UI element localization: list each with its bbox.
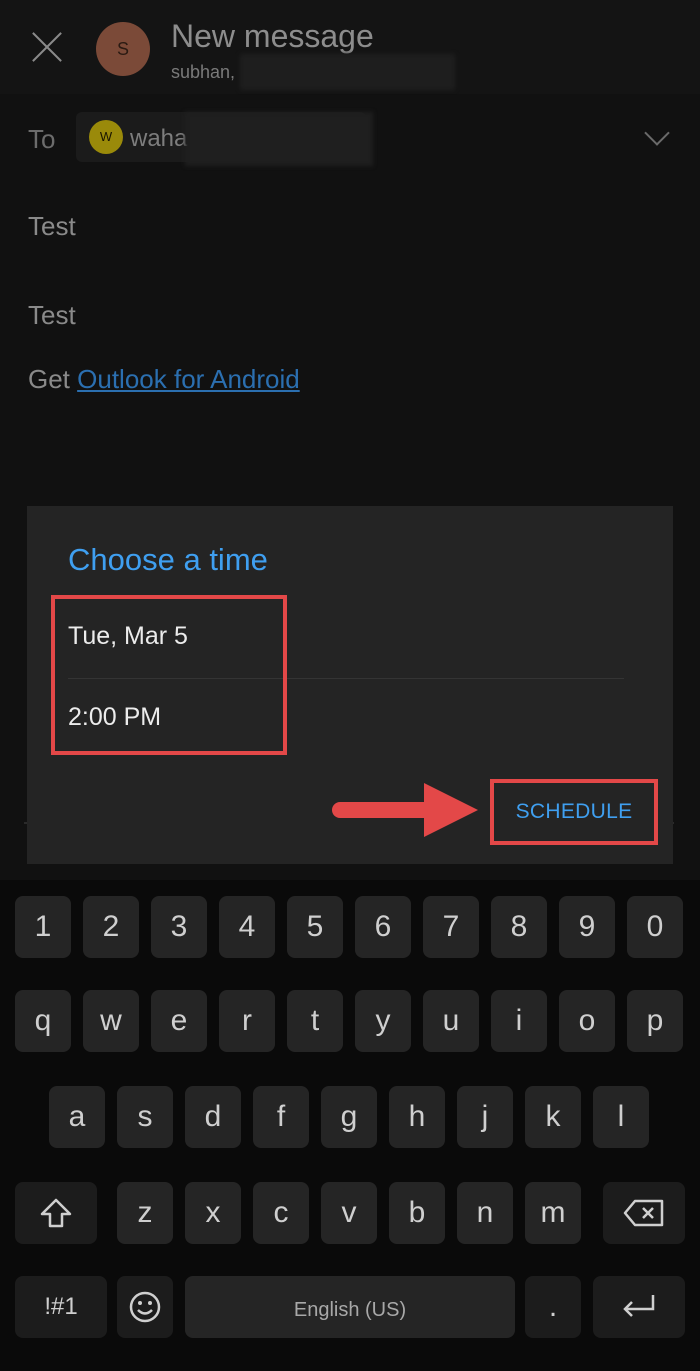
key-h[interactable]: h — [389, 1086, 445, 1148]
key-9[interactable]: 9 — [559, 896, 615, 958]
shift-key[interactable] — [15, 1182, 97, 1244]
to-label: To — [28, 124, 56, 154]
key-a[interactable]: a — [49, 1086, 105, 1148]
key-i[interactable]: i — [491, 990, 547, 1052]
key-8[interactable]: 8 — [491, 896, 547, 958]
key-s[interactable]: s — [117, 1086, 173, 1148]
key-j[interactable]: j — [457, 1086, 513, 1148]
key-w[interactable]: w — [83, 990, 139, 1052]
shift-icon — [40, 1198, 72, 1228]
key-f[interactable]: f — [253, 1086, 309, 1148]
soft-keyboard: 1 2 3 4 5 6 7 8 9 0 q w e r t y u i o p … — [0, 880, 700, 1371]
key-b[interactable]: b — [389, 1182, 445, 1244]
chevron-down-icon[interactable] — [644, 120, 670, 146]
recipient-avatar: W — [89, 120, 123, 154]
key-t[interactable]: t — [287, 990, 343, 1052]
schedule-button[interactable]: SCHEDULE — [490, 779, 658, 845]
period-key[interactable]: . — [525, 1276, 581, 1338]
space-key[interactable]: English (US) — [185, 1276, 515, 1338]
enter-icon — [623, 1295, 655, 1317]
enter-key[interactable] — [593, 1276, 685, 1338]
annotation-arrow-shaft — [332, 802, 432, 818]
key-n[interactable]: n — [457, 1182, 513, 1244]
key-4[interactable]: 4 — [219, 896, 275, 958]
highlight-box — [51, 595, 287, 755]
key-5[interactable]: 5 — [287, 896, 343, 958]
key-d[interactable]: d — [185, 1086, 241, 1148]
key-6[interactable]: 6 — [355, 896, 411, 958]
key-y[interactable]: y — [355, 990, 411, 1052]
signature-prefix: Get — [28, 364, 78, 394]
key-q[interactable]: q — [15, 990, 71, 1052]
key-v[interactable]: v — [321, 1182, 377, 1244]
key-c[interactable]: c — [253, 1182, 309, 1244]
key-1[interactable]: 1 — [15, 896, 71, 958]
recipient-name: waha — [130, 125, 188, 152]
key-e[interactable]: e — [151, 990, 207, 1052]
key-l[interactable]: l — [593, 1086, 649, 1148]
backspace-key[interactable] — [603, 1182, 685, 1244]
dialog-title: Choose a time — [68, 542, 268, 577]
from-account[interactable]: subhan, — [171, 62, 235, 83]
key-x[interactable]: x — [185, 1182, 241, 1244]
message-body[interactable]: Test — [28, 300, 76, 331]
key-7[interactable]: 7 — [423, 896, 479, 958]
key-m[interactable]: m — [525, 1182, 581, 1244]
redacted-email — [240, 54, 455, 90]
space-key-label: English (US) — [293, 1299, 407, 1321]
key-r[interactable]: r — [219, 990, 275, 1052]
key-3[interactable]: 3 — [151, 896, 207, 958]
key-2[interactable]: 2 — [83, 896, 139, 958]
emoji-icon — [129, 1291, 161, 1323]
page-title: New message — [171, 18, 374, 54]
key-k[interactable]: k — [525, 1086, 581, 1148]
redacted-recipient — [185, 112, 373, 166]
annotation-arrow-icon — [424, 783, 478, 837]
key-z[interactable]: z — [117, 1182, 173, 1244]
key-p[interactable]: p — [627, 990, 683, 1052]
subject-field[interactable]: Test — [28, 211, 76, 242]
key-u[interactable]: u — [423, 990, 479, 1052]
backspace-icon — [623, 1199, 664, 1227]
close-icon[interactable] — [30, 30, 64, 64]
key-0[interactable]: 0 — [627, 896, 683, 958]
sender-avatar: S — [96, 22, 150, 76]
symbols-key[interactable]: !#1 — [15, 1276, 107, 1338]
key-o[interactable]: o — [559, 990, 615, 1052]
emoji-key[interactable] — [117, 1276, 173, 1338]
signature: Get Outlook for Android — [28, 364, 300, 395]
key-g[interactable]: g — [321, 1086, 377, 1148]
signature-link[interactable]: Outlook for Android — [77, 364, 300, 394]
